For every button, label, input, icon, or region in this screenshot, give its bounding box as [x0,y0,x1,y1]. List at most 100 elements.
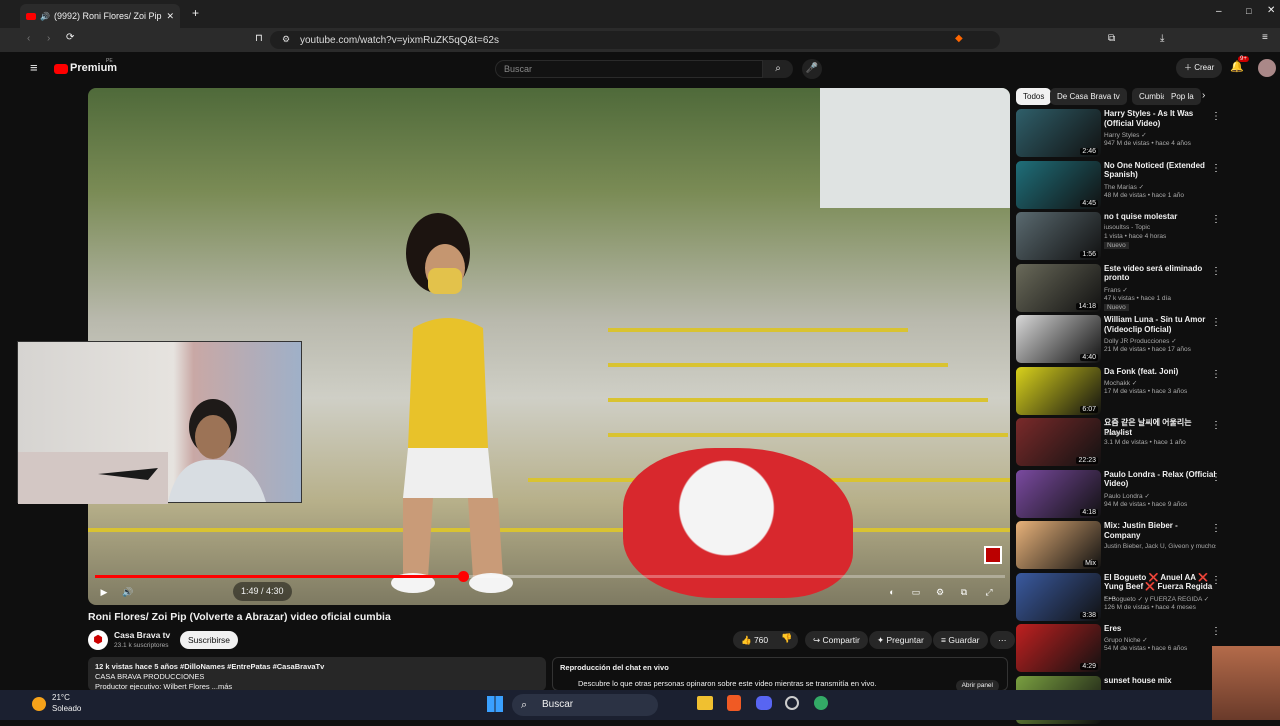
recommendation-item[interactable]: Mix Mix: Justin Bieber - Company Justin … [1016,521,1221,571]
more-vert-icon[interactable]: ⋮ [1211,472,1221,483]
extensions-icon[interactable]: ⧉ [1108,33,1115,44]
video-thumbnail[interactable]: Mix [1016,521,1101,569]
search-input[interactable]: Buscar [495,60,763,78]
recommendation-title[interactable]: Paulo Londra - Relax (Official Video) [1104,470,1216,489]
account-avatar[interactable] [1258,59,1276,77]
chip-channel[interactable]: De Casa Brava tv [1050,88,1127,105]
video-thumbnail[interactable]: 4:29 [1016,624,1101,672]
recommendation-channel[interactable]: Mochakk ✓ [1104,379,1216,387]
recommendation-title[interactable]: sunset house mix [1104,676,1216,686]
recommendation-item[interactable]: 4:45 No One Noticed (Extended Spanish) T… [1016,160,1221,211]
video-thumbnail[interactable]: 22:23 [1016,418,1101,466]
discord-icon[interactable] [756,696,772,710]
recommendation-channel[interactable]: The Marías ✓ [1104,183,1216,191]
youtube-logo-icon[interactable] [54,64,68,74]
search-icon[interactable]: ⌕ [763,60,793,78]
menu-icon[interactable]: ≡ [1262,32,1268,43]
browser-tab[interactable]: 🔊 (9992) Roni Flores/ Zoi Pip (V... ✕ [20,4,180,28]
recommendation-title[interactable]: William Luna - Sin tu Amor (Videoclip Of… [1104,315,1216,334]
volume-icon[interactable]: 🔊 [122,582,134,602]
more-vert-icon[interactable]: ⋮ [1211,163,1221,174]
video-thumbnail[interactable]: 4:45 [1016,160,1101,209]
recommendation-channel[interactable]: Justin Bieber, Jack Ü, Giveon y muchos..… [1104,543,1216,550]
reload-icon[interactable]: ⟳ [66,32,74,43]
recommendation-channel[interactable]: Basak [1104,430,1216,437]
recommendation-item[interactable]: 22:23 요즘 같은 날씨에 어울리는 Playlist Basak 3.1 … [1016,418,1221,468]
more-vert-icon[interactable]: ⋮ [1211,575,1221,586]
recommendation-item[interactable]: 4:29 Eres Grupo Niche ✓ 54 M de vistas •… [1016,624,1221,674]
video-thumbnail[interactable]: 3:38 [1016,572,1101,621]
dislike-icon[interactable]: 👎 [781,633,792,644]
settings-gear-icon[interactable]: ⚙ [934,582,946,602]
share-button[interactable]: ↪ Compartir [805,631,868,649]
brave-shield-icon[interactable]: ◆ [955,33,963,44]
more-vert-icon[interactable]: ⋮ [1211,317,1221,328]
more-vert-icon[interactable]: ⋮ [1211,369,1221,380]
subscribe-button[interactable]: Suscribirse [180,631,239,649]
subtitles-icon[interactable]: ▭ [910,582,922,602]
recommendation-channel[interactable]: iusoultss - Topic [1104,224,1216,231]
chip-todos[interactable]: Todos [1016,88,1052,105]
minimize-icon[interactable]: – [1216,6,1222,17]
miniplayer-icon[interactable]: ⧉ [958,582,970,602]
play-button[interactable]: ▶ [98,582,110,602]
autoplay-toggle[interactable]: ◐ [883,582,901,602]
channel-name[interactable]: Casa Brava tv [114,630,170,640]
back-icon[interactable]: ‹ [27,33,30,44]
more-vert-icon[interactable]: ⋮ [1211,626,1221,637]
more-vert-icon[interactable]: ⋮ [1211,266,1221,277]
forward-icon[interactable]: › [47,33,50,44]
app-icon[interactable] [785,696,799,710]
recommendation-item[interactable]: 4:18 Paulo Londra - Relax (Official Vide… [1016,469,1221,520]
more-vert-icon[interactable]: ⋮ [1211,523,1221,534]
recommendation-title[interactable]: Harry Styles - As It Was (Official Video… [1104,109,1216,128]
video-thumbnail[interactable]: 14:18 [1016,263,1101,312]
weather-sun-icon[interactable] [32,697,46,711]
site-info-icon[interactable]: ⚙ [282,34,290,45]
recommendation-item[interactable]: 2:46 Harry Styles - As It Was (Official … [1016,109,1221,159]
chip-pop[interactable]: Pop la [1164,88,1201,105]
recommendation-item[interactable]: 14:18 Este video será eliminado pronto F… [1016,263,1221,314]
recommendation-title[interactable]: No One Noticed (Extended Spanish) [1104,161,1216,180]
recommendation-item[interactable]: 1:56 no t quise molestar iusoultss - Top… [1016,212,1221,262]
recommendation-item[interactable]: 4:40 William Luna - Sin tu Amor (Videocl… [1016,315,1221,365]
create-button[interactable]: ＋ Crear [1176,58,1223,78]
brave-browser-icon[interactable] [727,695,741,711]
microphone-icon[interactable]: 🎤 [802,59,822,79]
recommendation-channel[interactable]: Frans ✓ [1104,286,1216,294]
recommendation-channel[interactable]: El Bogueto ✓ y FUERZA REGIDA ✓ [1104,595,1216,603]
channel-avatar[interactable]: ⬢ [88,630,108,650]
ask-button[interactable]: ✦ Preguntar [869,631,932,649]
file-explorer-icon[interactable] [697,696,713,710]
maximize-icon[interactable]: □ [1246,6,1251,16]
recommendation-title[interactable]: Eres [1104,624,1216,634]
save-button[interactable]: ≡ Guardar [933,631,988,649]
hamburger-menu-icon[interactable]: ≡ [30,60,38,75]
recommendation-channel[interactable]: Paulo Londra ✓ [1104,492,1216,500]
more-actions-icon[interactable]: ⋯ [990,631,1015,649]
recommendation-title[interactable]: Mix: Justin Bieber - Company [1104,521,1216,540]
app-icon[interactable] [814,696,828,710]
video-thumbnail[interactable]: 2:46 [1016,109,1101,157]
recommendation-item[interactable]: 6:07 Da Fonk (feat. Joni) Mochakk ✓ 17 M… [1016,366,1221,417]
downloads-icon[interactable]: ⤓ [1160,33,1164,44]
recommendation-title[interactable]: Este video será eliminado pronto [1104,264,1216,283]
more-vert-icon[interactable]: ⋮ [1211,111,1221,122]
bookmark-icon[interactable]: ⊓ [255,33,263,44]
new-tab-icon[interactable]: + [192,6,199,20]
video-thumbnail[interactable]: 4:40 [1016,315,1101,363]
more-vert-icon[interactable]: ⋮ [1211,214,1221,225]
video-thumbnail[interactable]: 4:18 [1016,469,1101,518]
more-vert-icon[interactable]: ⋮ [1211,420,1221,431]
video-thumbnail[interactable]: 1:56 [1016,212,1101,260]
description-box[interactable]: 12 k vistas hace 5 años #DilloNames #Ent… [88,657,546,691]
close-window-icon[interactable]: ✕ [1267,5,1275,16]
recommendation-channel[interactable]: Harry Styles ✓ [1104,131,1216,139]
video-thumbnail[interactable]: 6:07 [1016,366,1101,415]
recommendation-title[interactable]: no t quise molestar [1104,212,1216,222]
recommendation-channel[interactable]: Grupo Niche ✓ [1104,636,1216,644]
audio-icon[interactable]: 🔊 [40,12,50,21]
chevron-right-icon[interactable]: › [1202,90,1205,101]
taskbar-search[interactable]: ⌕ Buscar [512,694,658,716]
recommendation-item[interactable]: 3:38 El Bogueto ❌ Anuel AA ❌ Yung Beef ❌… [1016,572,1221,623]
